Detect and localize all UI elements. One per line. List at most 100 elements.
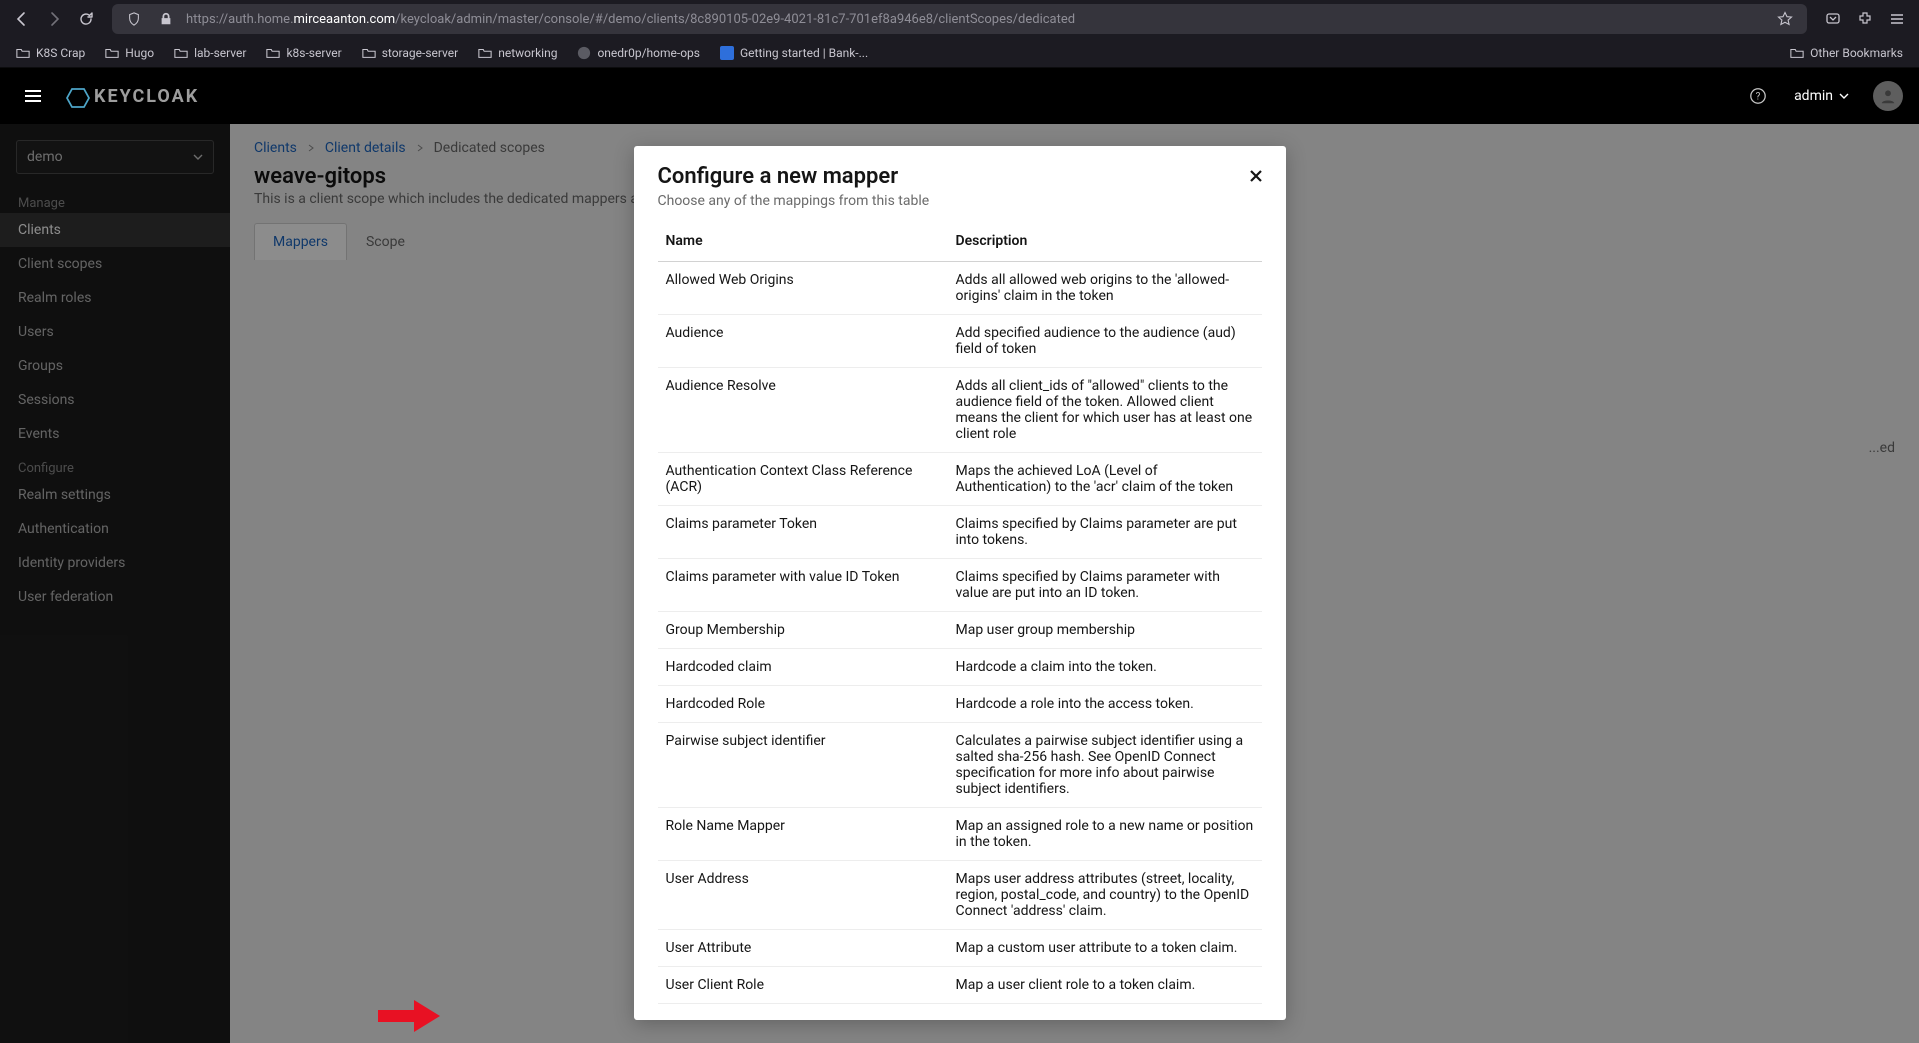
forward-button[interactable] <box>40 5 68 33</box>
extensions-icon[interactable] <box>1851 5 1879 33</box>
mapper-row[interactable]: Role Name MapperMap an assigned role to … <box>658 808 1262 861</box>
mapper-row[interactable]: Claims parameter with value ID TokenClai… <box>658 559 1262 612</box>
bookmark-label: Getting started | Bank-... <box>740 46 868 60</box>
pocket-icon[interactable] <box>1819 5 1847 33</box>
mapper-description: Hardcode a role into the access token. <box>948 686 1262 723</box>
keycloak-logo: KEYCLOAK <box>66 86 199 107</box>
mapper-description: Maps the achieved LoA (Level of Authenti… <box>948 453 1262 506</box>
mapper-row[interactable]: Group MembershipMap user group membershi… <box>658 612 1262 649</box>
mapper-description: Hardcode a claim into the token. <box>948 649 1262 686</box>
app-menu-icon[interactable] <box>1883 5 1911 33</box>
lock-icon <box>154 7 178 31</box>
bookmark-label: storage-server <box>382 46 459 60</box>
kc-header: KEYCLOAK ? admin <box>0 68 1919 124</box>
bookmark-label: networking <box>498 46 557 60</box>
url-bar[interactable]: https://auth.home.mirceaanton.com/keyclo… <box>112 4 1807 34</box>
favicon-icon <box>720 46 734 60</box>
mapper-name: Role Name Mapper <box>658 808 948 861</box>
mapper-description: Map an assigned role to a new name or po… <box>948 808 1262 861</box>
svg-text:?: ? <box>1756 92 1761 103</box>
mapper-row[interactable]: User Client RoleMap a user client role t… <box>658 967 1262 1004</box>
folder-icon <box>478 46 492 60</box>
bookmark-item[interactable]: storage-server <box>354 42 467 64</box>
shield-icon <box>122 7 146 31</box>
mapper-row[interactable]: Authentication Context Class Reference (… <box>658 453 1262 506</box>
configure-mapper-modal: Configure a new mapper Choose any of the… <box>634 146 1286 1020</box>
mapper-name: Authentication Context Class Reference (… <box>658 453 948 506</box>
mapper-name: Pairwise subject identifier <box>658 723 948 808</box>
bookmark-item[interactable]: networking <box>470 42 565 64</box>
bookmark-item[interactable]: Getting started | Bank-... <box>712 42 876 64</box>
other-bookmarks[interactable]: Other Bookmarks <box>1782 42 1911 64</box>
mapper-name: Hardcoded claim <box>658 649 948 686</box>
modal-close-button[interactable] <box>1244 164 1268 188</box>
other-bookmarks-label: Other Bookmarks <box>1810 46 1903 60</box>
github-icon <box>577 46 591 60</box>
bookmark-item[interactable]: k8s-server <box>258 42 349 64</box>
mapper-name: User Address <box>658 861 948 930</box>
column-name[interactable]: Name <box>658 221 948 262</box>
folder-icon <box>1790 46 1804 60</box>
folder-icon <box>16 46 30 60</box>
help-icon[interactable]: ? <box>1746 84 1770 108</box>
url-text: https://auth.home.mirceaanton.com/keyclo… <box>186 12 1765 27</box>
mapper-name: Audience <box>658 315 948 368</box>
mapper-name: User Attribute <box>658 930 948 967</box>
mapper-row[interactable]: Allowed Web OriginsAdds all allowed web … <box>658 262 1262 315</box>
bookmarks-bar: K8S Crap Hugo lab-server k8s-server storage-… <box>0 38 1919 68</box>
folder-icon <box>174 46 188 60</box>
keycloak-logo-icon <box>66 86 86 106</box>
close-icon <box>1249 169 1263 183</box>
modal-body[interactable]: Name Description Allowed Web OriginsAdds… <box>634 221 1286 1020</box>
mapper-row[interactable]: AudienceAdd specified audience to the au… <box>658 315 1262 368</box>
chevron-down-icon <box>1839 91 1849 101</box>
mapper-name: Claims parameter with value ID Token <box>658 559 948 612</box>
back-button[interactable] <box>8 5 36 33</box>
bookmark-item[interactable]: lab-server <box>166 42 254 64</box>
modal-subtitle: Choose any of the mappings from this tab… <box>658 193 1262 209</box>
bookmark-label: lab-server <box>194 46 246 60</box>
mapper-name: Claims parameter Token <box>658 506 948 559</box>
mapper-name: Audience Resolve <box>658 368 948 453</box>
bookmark-star-icon[interactable] <box>1773 7 1797 31</box>
browser-nav-toolbar: https://auth.home.mirceaanton.com/keyclo… <box>0 0 1919 38</box>
mapper-row[interactable]: Claims parameter TokenClaims specified b… <box>658 506 1262 559</box>
mapper-name: Group Membership <box>658 612 948 649</box>
mapper-description: Adds all client_ids of "allowed" clients… <box>948 368 1262 453</box>
folder-icon <box>105 46 119 60</box>
mapper-row[interactable]: Pairwise subject identifierCalculates a … <box>658 723 1262 808</box>
menu-toggle[interactable] <box>16 79 50 113</box>
keycloak-logo-text: KEYCLOAK <box>94 86 199 107</box>
mapper-name: User Client Role <box>658 967 948 1004</box>
mapper-row[interactable]: User AttributeMap a custom user attribut… <box>658 930 1262 967</box>
mapper-row[interactable]: Hardcoded claimHardcode a claim into the… <box>658 649 1262 686</box>
mapper-description: Add specified audience to the audience (… <box>948 315 1262 368</box>
mapper-description: Claims specified by Claims parameter wit… <box>948 559 1262 612</box>
mapper-name: Hardcoded Role <box>658 686 948 723</box>
bookmark-label: K8S Crap <box>36 46 85 60</box>
bookmark-item[interactable]: Hugo <box>97 42 162 64</box>
column-description[interactable]: Description <box>948 221 1262 262</box>
folder-icon <box>362 46 376 60</box>
bookmark-label: Hugo <box>125 46 154 60</box>
mapper-row[interactable]: Audience ResolveAdds all client_ids of "… <box>658 368 1262 453</box>
folder-icon <box>266 46 280 60</box>
avatar[interactable] <box>1873 81 1903 111</box>
bookmark-label: k8s-server <box>286 46 341 60</box>
mapper-description: Maps user address attributes (street, lo… <box>948 861 1262 930</box>
bookmark-label: onedr0p/home-ops <box>597 46 700 60</box>
mapper-description: Claims specified by Claims parameter are… <box>948 506 1262 559</box>
mapper-row[interactable]: User AddressMaps user address attributes… <box>658 861 1262 930</box>
mapper-name: Allowed Web Origins <box>658 262 948 315</box>
mapper-description: Map a user client role to a token claim. <box>948 967 1262 1004</box>
mapper-table: Name Description Allowed Web OriginsAdds… <box>658 221 1262 1004</box>
mapper-description: Map a custom user attribute to a token c… <box>948 930 1262 967</box>
refresh-button[interactable] <box>72 5 100 33</box>
bookmark-item[interactable]: K8S Crap <box>8 42 93 64</box>
user-icon <box>1879 87 1897 105</box>
mapper-description: Calculates a pairwise subject identifier… <box>948 723 1262 808</box>
user-menu[interactable]: admin <box>1794 88 1849 104</box>
bookmark-item[interactable]: onedr0p/home-ops <box>569 42 708 64</box>
mapper-description: Map user group membership <box>948 612 1262 649</box>
mapper-row[interactable]: Hardcoded RoleHardcode a role into the a… <box>658 686 1262 723</box>
